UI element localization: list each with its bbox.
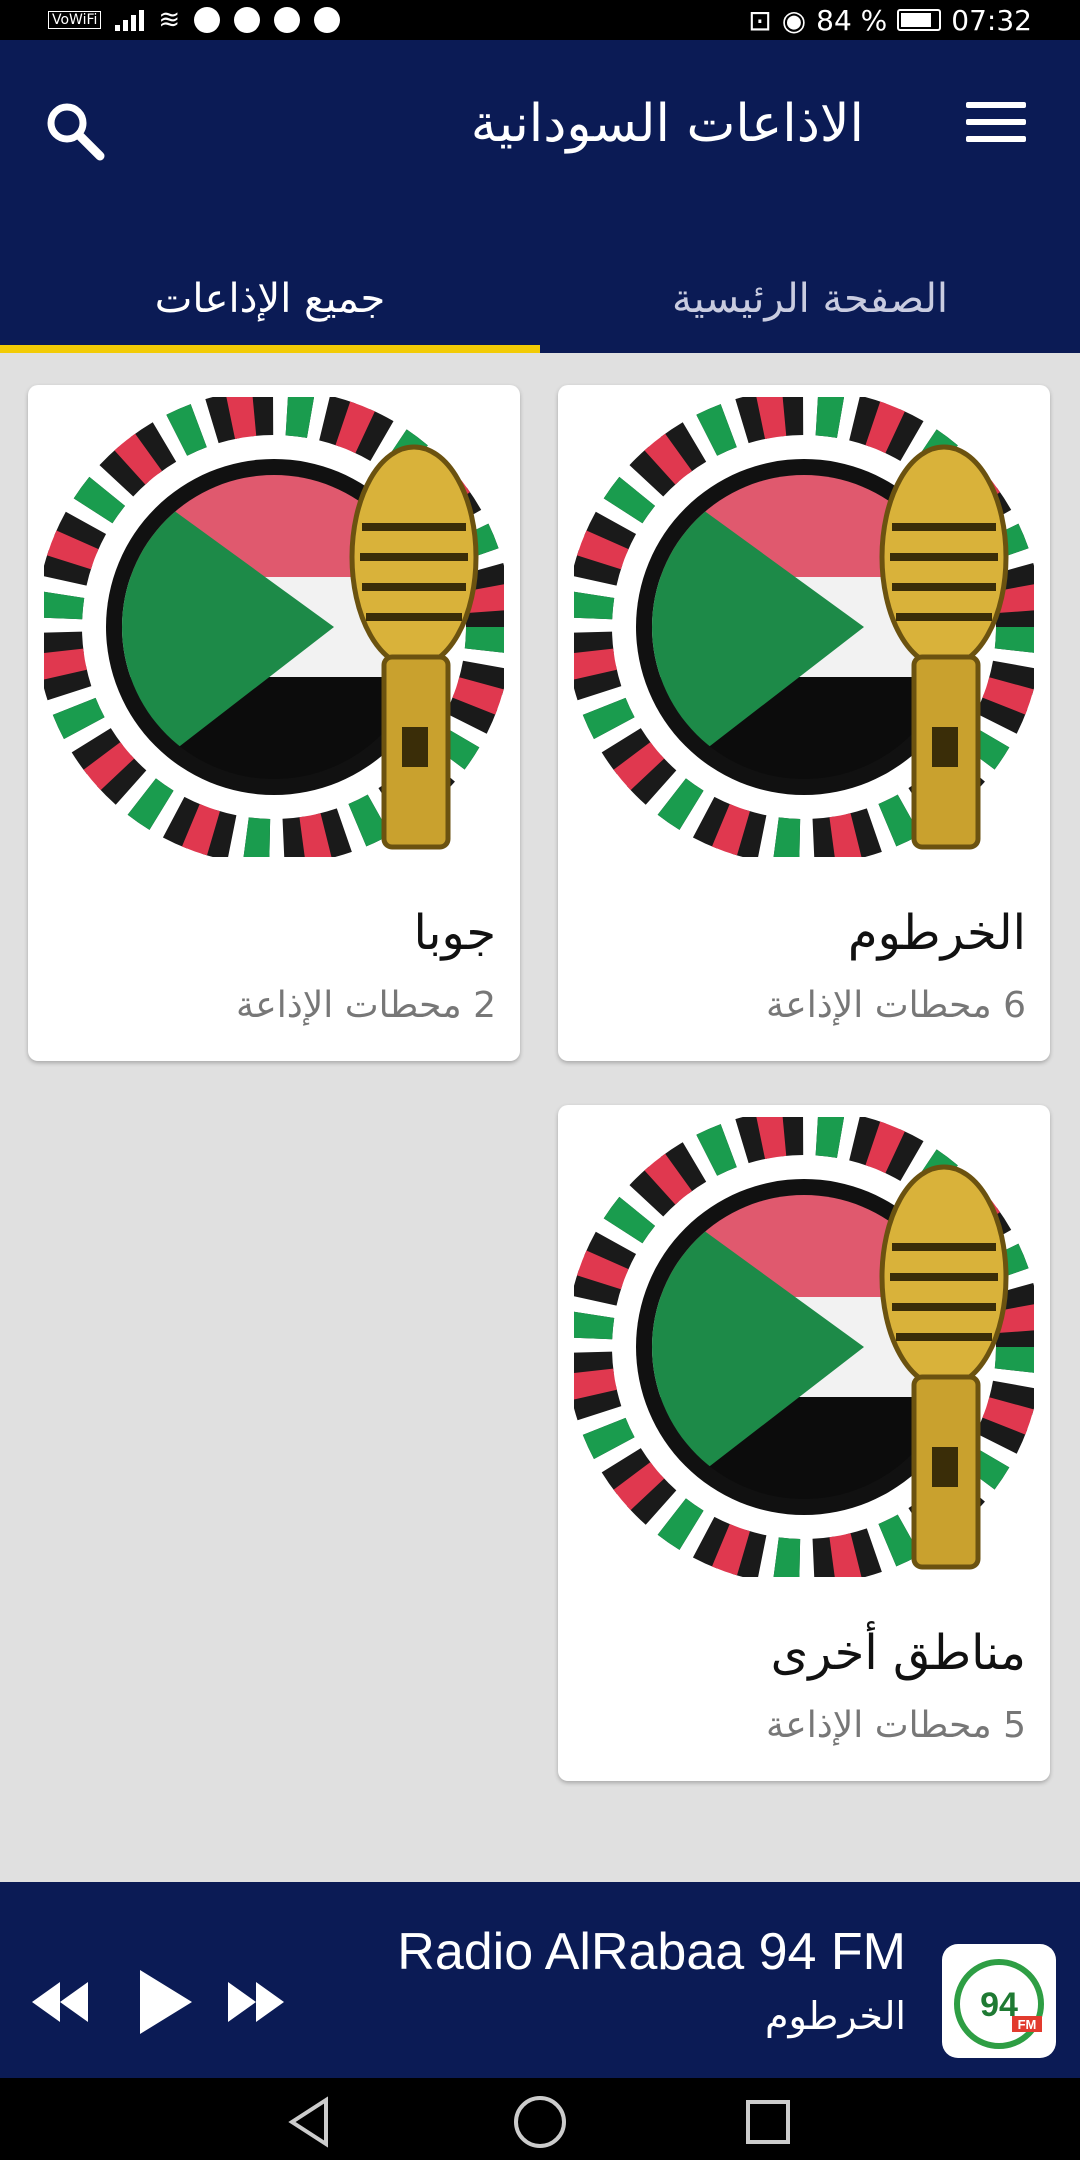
station-title: Radio AlRabaa 94 FM xyxy=(397,1923,906,1981)
station-count: 6 محطات الإذاعة xyxy=(765,985,1026,1026)
station-city: الخرطوم xyxy=(764,1994,906,2038)
tab-home[interactable]: الصفحة الرئيسية xyxy=(540,245,1080,353)
rewind-icon[interactable] xyxy=(30,1980,90,2028)
tab-bar: الصفحة الرئيسية جميع الإذاعات xyxy=(0,245,1080,353)
messenger-icon xyxy=(274,7,301,33)
station-count: 5 محطات الإذاعة xyxy=(765,1705,1026,1746)
sudan-radio-art xyxy=(44,397,504,857)
home-icon[interactable] xyxy=(510,2092,570,2152)
region-card[interactable]: الخرطوم 6 محطات الإذاعة xyxy=(558,385,1050,1061)
page-title: الاذاعات السودانية xyxy=(470,94,864,154)
selected-tab-indicator xyxy=(0,345,540,353)
region-card[interactable]: مناطق أخرى 5 محطات الإذاعة xyxy=(558,1105,1050,1781)
battery-percent: 84 % xyxy=(816,3,888,37)
svg-text:FM: FM xyxy=(1018,2017,1037,2032)
battery-icon xyxy=(897,9,942,31)
play-icon[interactable] xyxy=(138,1968,194,2040)
wifi-icon: ≋ xyxy=(158,5,181,35)
region-name: جوبا xyxy=(413,905,496,961)
station-logo: 94 FM xyxy=(942,1944,1056,2058)
facebook-icon xyxy=(314,7,341,33)
app-bar: الاذاعات السودانية xyxy=(0,40,1080,245)
region-name: الخرطوم xyxy=(847,905,1026,961)
app-notification-icon xyxy=(234,7,261,33)
fast-forward-icon[interactable] xyxy=(226,1980,286,2028)
vowifi-badge: VoWiFi xyxy=(48,11,102,29)
sudan-radio-art xyxy=(574,1117,1034,1577)
clock: 07:32 xyxy=(951,3,1032,37)
back-icon[interactable] xyxy=(282,2092,342,2152)
status-bar: VoWiFi ≋ ⊡ ◉ 84 % 07:32 xyxy=(0,0,1080,40)
system-nav-bar xyxy=(0,2078,1080,2160)
search-icon[interactable] xyxy=(40,96,108,164)
station-count: 2 محطات الإذاعة xyxy=(235,985,496,1026)
eye-comfort-icon: ◉ xyxy=(781,3,807,37)
signal-icon xyxy=(115,9,145,31)
app-notification-icon xyxy=(194,7,221,33)
region-card[interactable]: جوبا 2 محطات الإذاعة xyxy=(28,385,520,1061)
nfc-icon: ⊡ xyxy=(748,3,772,37)
tab-all-stations[interactable]: جميع الإذاعات xyxy=(0,245,540,353)
mini-player[interactable]: Radio AlRabaa 94 FM الخرطوم 94 FM xyxy=(0,1882,1080,2078)
region-name: مناطق أخرى xyxy=(770,1625,1026,1681)
hamburger-menu-icon[interactable] xyxy=(966,100,1026,144)
recents-icon[interactable] xyxy=(738,2092,798,2152)
sudan-radio-art xyxy=(574,397,1034,857)
